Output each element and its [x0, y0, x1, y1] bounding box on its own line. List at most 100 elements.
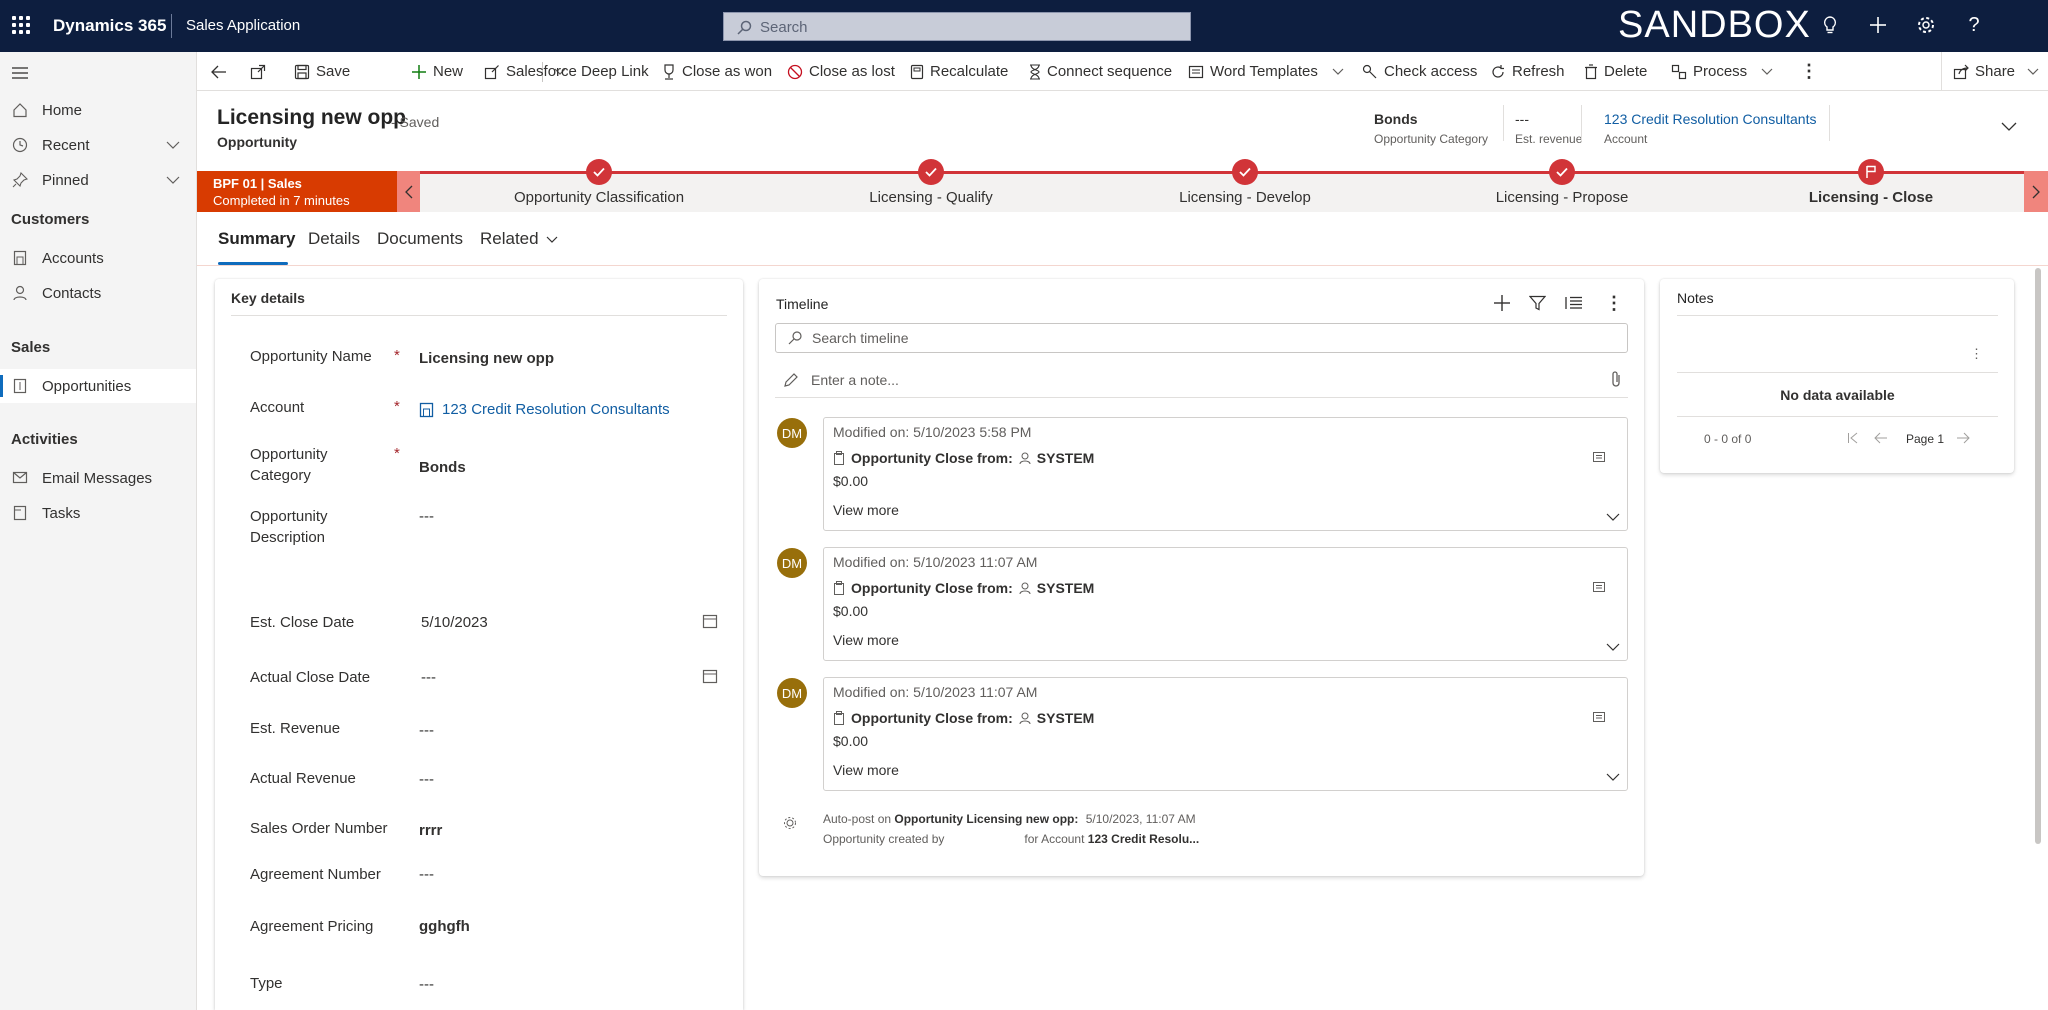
connect-sequence-button[interactable]: Connect sequence: [1029, 52, 1172, 91]
comment-icon[interactable]: [1592, 711, 1606, 730]
timeline-entry[interactable]: Modified on: 5/10/2023 5:58 PM Opportuni…: [823, 417, 1628, 531]
add-timeline-item-icon[interactable]: [1493, 294, 1511, 317]
view-more-link[interactable]: View more: [833, 762, 899, 778]
field-sales-order-number[interactable]: rrrr: [419, 822, 442, 839]
close-as-won-button[interactable]: Close as won: [662, 52, 772, 91]
back-button[interactable]: [211, 52, 227, 91]
field-account-lookup[interactable]: 123 Credit Resolution Consultants: [419, 401, 670, 418]
search-timeline-input[interactable]: Search timeline: [775, 323, 1628, 353]
header-account-link[interactable]: 123 Credit Resolution Consultants: [1604, 111, 1816, 127]
bpf-stage-flag-icon[interactable]: [1858, 159, 1884, 185]
bpf-stage-propose[interactable]: Licensing - Propose: [1496, 189, 1629, 206]
avatar[interactable]: DM: [777, 418, 807, 448]
calendar-icon[interactable]: [702, 613, 718, 634]
nav-email-messages[interactable]: Email Messages: [0, 461, 196, 495]
enter-note-input[interactable]: Enter a note...: [775, 362, 1628, 398]
timeline-entry[interactable]: Modified on: 5/10/2023 11:07 AM Opportun…: [823, 547, 1628, 661]
more-commands-icon[interactable]: ⋮: [1800, 52, 1818, 91]
sort-list-icon[interactable]: [1565, 296, 1583, 315]
field-agreement-number[interactable]: ---: [419, 866, 434, 883]
account-link[interactable]: 123 Credit Resolution Consultants: [442, 401, 670, 418]
timeline-more-icon[interactable]: ⋮: [1605, 293, 1623, 314]
field-type[interactable]: ---: [419, 976, 434, 993]
first-page-icon[interactable]: [1847, 431, 1859, 449]
field-opportunity-name[interactable]: Licensing new opp: [419, 350, 554, 367]
bpf-process-summary[interactable]: BPF 01 | Sales Completed in 7 minutes: [197, 171, 397, 212]
nav-contacts[interactable]: Contacts: [0, 276, 196, 310]
check-access-button[interactable]: Check access: [1362, 52, 1477, 91]
bpf-stage-check-icon[interactable]: [586, 159, 612, 185]
refresh-button[interactable]: Refresh: [1490, 52, 1565, 91]
chevron-down-icon[interactable]: [1606, 508, 1620, 526]
vertical-scrollbar[interactable]: [2035, 268, 2041, 844]
salesforce-deep-link-button[interactable]: Salesforce Deep Link: [484, 52, 649, 91]
hamburger-menu-icon[interactable]: [12, 66, 28, 83]
bpf-stage-classification[interactable]: Opportunity Classification: [514, 189, 684, 206]
calendar-icon[interactable]: [702, 668, 718, 689]
tab-details[interactable]: Details: [308, 229, 360, 249]
filter-icon[interactable]: [1528, 295, 1547, 316]
attachment-icon[interactable]: [1610, 370, 1622, 393]
gear-icon[interactable]: [1914, 13, 1938, 37]
global-search-input[interactable]: Search: [723, 12, 1191, 41]
auto-post-account-link[interactable]: 123 Credit Resolu...: [1088, 832, 1199, 846]
bpf-stage-close[interactable]: Licensing - Close: [1809, 189, 1933, 206]
timeline-entry[interactable]: Modified on: 5/10/2023 11:07 AM Opportun…: [823, 677, 1628, 791]
nav-pinned[interactable]: Pinned: [0, 163, 196, 197]
avatar[interactable]: DM: [777, 548, 807, 578]
close-as-lost-button[interactable]: Close as lost: [787, 52, 895, 91]
field-est-close-date[interactable]: 5/10/2023: [421, 614, 488, 631]
app-launcher-icon[interactable]: [10, 14, 32, 36]
field-est-revenue[interactable]: ---: [419, 722, 434, 739]
field-label-agreement-pricing: Agreement Pricing: [250, 918, 374, 935]
nav-tasks[interactable]: Tasks: [0, 496, 196, 530]
field-actual-revenue[interactable]: ---: [419, 771, 434, 788]
share-button[interactable]: Share: [1953, 52, 2039, 91]
comment-icon[interactable]: [1592, 451, 1606, 470]
nav-group-sales: Sales: [11, 339, 51, 356]
bpf-next-button[interactable]: [2024, 171, 2048, 212]
open-in-new-window-button[interactable]: [250, 52, 266, 91]
nav-home[interactable]: Home: [0, 93, 196, 127]
bpf-stage-check-icon[interactable]: [1549, 159, 1575, 185]
field-agreement-pricing[interactable]: gghgfh: [419, 918, 470, 935]
save-button[interactable]: Save: [294, 52, 350, 91]
word-templates-button[interactable]: Word Templates: [1188, 52, 1344, 91]
auto-post-target[interactable]: Opportunity Licensing new opp:: [894, 812, 1078, 826]
expand-header-chevron-icon[interactable]: [2001, 119, 2017, 137]
view-more-link[interactable]: View more: [833, 502, 899, 518]
bpf-stage-qualify[interactable]: Licensing - Qualify: [869, 189, 992, 206]
key-icon: [1362, 64, 1377, 78]
bpf-stage-check-icon[interactable]: [1232, 159, 1258, 185]
new-button[interactable]: New: [411, 52, 463, 91]
bpf-stage-check-icon[interactable]: [918, 159, 944, 185]
nav-recent[interactable]: Recent: [0, 128, 196, 162]
field-description[interactable]: ---: [419, 508, 434, 525]
avatar[interactable]: DM: [777, 678, 807, 708]
view-more-link[interactable]: View more: [833, 632, 899, 648]
help-icon[interactable]: ?: [1962, 13, 1986, 37]
notes-more-icon[interactable]: ⋮: [1970, 346, 1983, 362]
delete-button[interactable]: Delete: [1584, 52, 1647, 91]
chevron-down-icon[interactable]: [1606, 638, 1620, 656]
process-button[interactable]: Process: [1671, 52, 1773, 91]
bpf-previous-button[interactable]: [397, 171, 420, 212]
tab-related[interactable]: Related: [480, 229, 558, 249]
tab-documents[interactable]: Documents: [377, 229, 463, 249]
field-actual-close-date[interactable]: ---: [421, 669, 436, 686]
recalculate-button[interactable]: Recalculate: [910, 52, 1008, 91]
tab-summary[interactable]: Summary: [218, 229, 295, 249]
next-page-icon[interactable]: [1956, 431, 1970, 449]
auto-post-time: 5/10/2023, 11:07 AM: [1085, 812, 1196, 826]
product-name[interactable]: Dynamics 365: [53, 16, 166, 36]
plus-icon[interactable]: [1866, 13, 1890, 37]
comment-icon[interactable]: [1592, 581, 1606, 600]
app-name[interactable]: Sales Application: [186, 17, 300, 34]
previous-page-icon[interactable]: [1874, 431, 1888, 449]
bpf-stage-develop[interactable]: Licensing - Develop: [1179, 189, 1311, 206]
lightbulb-icon[interactable]: [1818, 13, 1842, 37]
nav-accounts[interactable]: Accounts: [0, 241, 196, 275]
nav-opportunities[interactable]: Opportunities: [0, 369, 196, 403]
field-category[interactable]: Bonds: [419, 459, 466, 476]
chevron-down-icon[interactable]: [1606, 768, 1620, 786]
